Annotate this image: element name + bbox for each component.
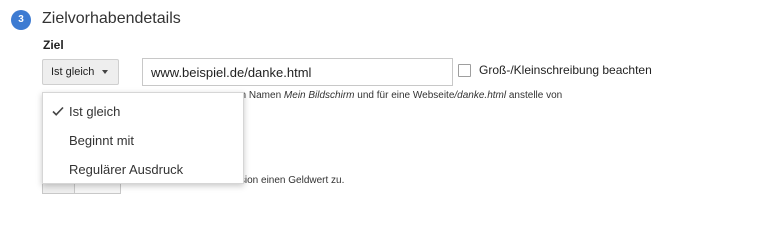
helper-text-part: anstelle von — [506, 90, 563, 101]
helper-text-example-page: /danke.html — [454, 90, 507, 101]
match-type-select[interactable]: Ist gleich — [42, 59, 119, 85]
goal-label: Ziel — [43, 38, 64, 52]
dropdown-option-begins-with[interactable]: Beginnt mit — [43, 126, 243, 155]
match-type-select-value: Ist gleich — [51, 66, 95, 78]
dropdown-option-regex[interactable]: Regulärer Ausdruck — [43, 155, 243, 184]
match-type-dropdown-menu: Ist gleich Beginnt mit Regulärer Ausdruc… — [42, 92, 244, 184]
case-sensitive-checkbox[interactable] — [458, 64, 471, 77]
case-sensitive-label: Groß-/Kleinschreibung beachten — [479, 63, 652, 77]
url-input[interactable] — [142, 58, 453, 86]
dropdown-option-label: Regulärer Ausdruck — [69, 162, 184, 177]
value-description: ersion einen Geldwert zu. — [231, 175, 345, 186]
helper-text-example-screen: Mein Bildschirm — [283, 90, 355, 101]
dropdown-option-equals[interactable]: Ist gleich — [43, 97, 243, 126]
section-title: Zielvorhabendetails — [42, 10, 181, 27]
caret-down-icon — [102, 70, 109, 74]
checkmark-icon — [52, 106, 64, 116]
dropdown-option-label: Beginnt mit — [69, 133, 135, 148]
helper-text-part: und für eine Webseite — [354, 90, 455, 101]
step-number-badge: 3 — [11, 10, 31, 30]
dropdown-option-label: Ist gleich — [69, 104, 121, 119]
helper-text: en Namen Mein Bildschirm und für eine We… — [235, 90, 562, 101]
